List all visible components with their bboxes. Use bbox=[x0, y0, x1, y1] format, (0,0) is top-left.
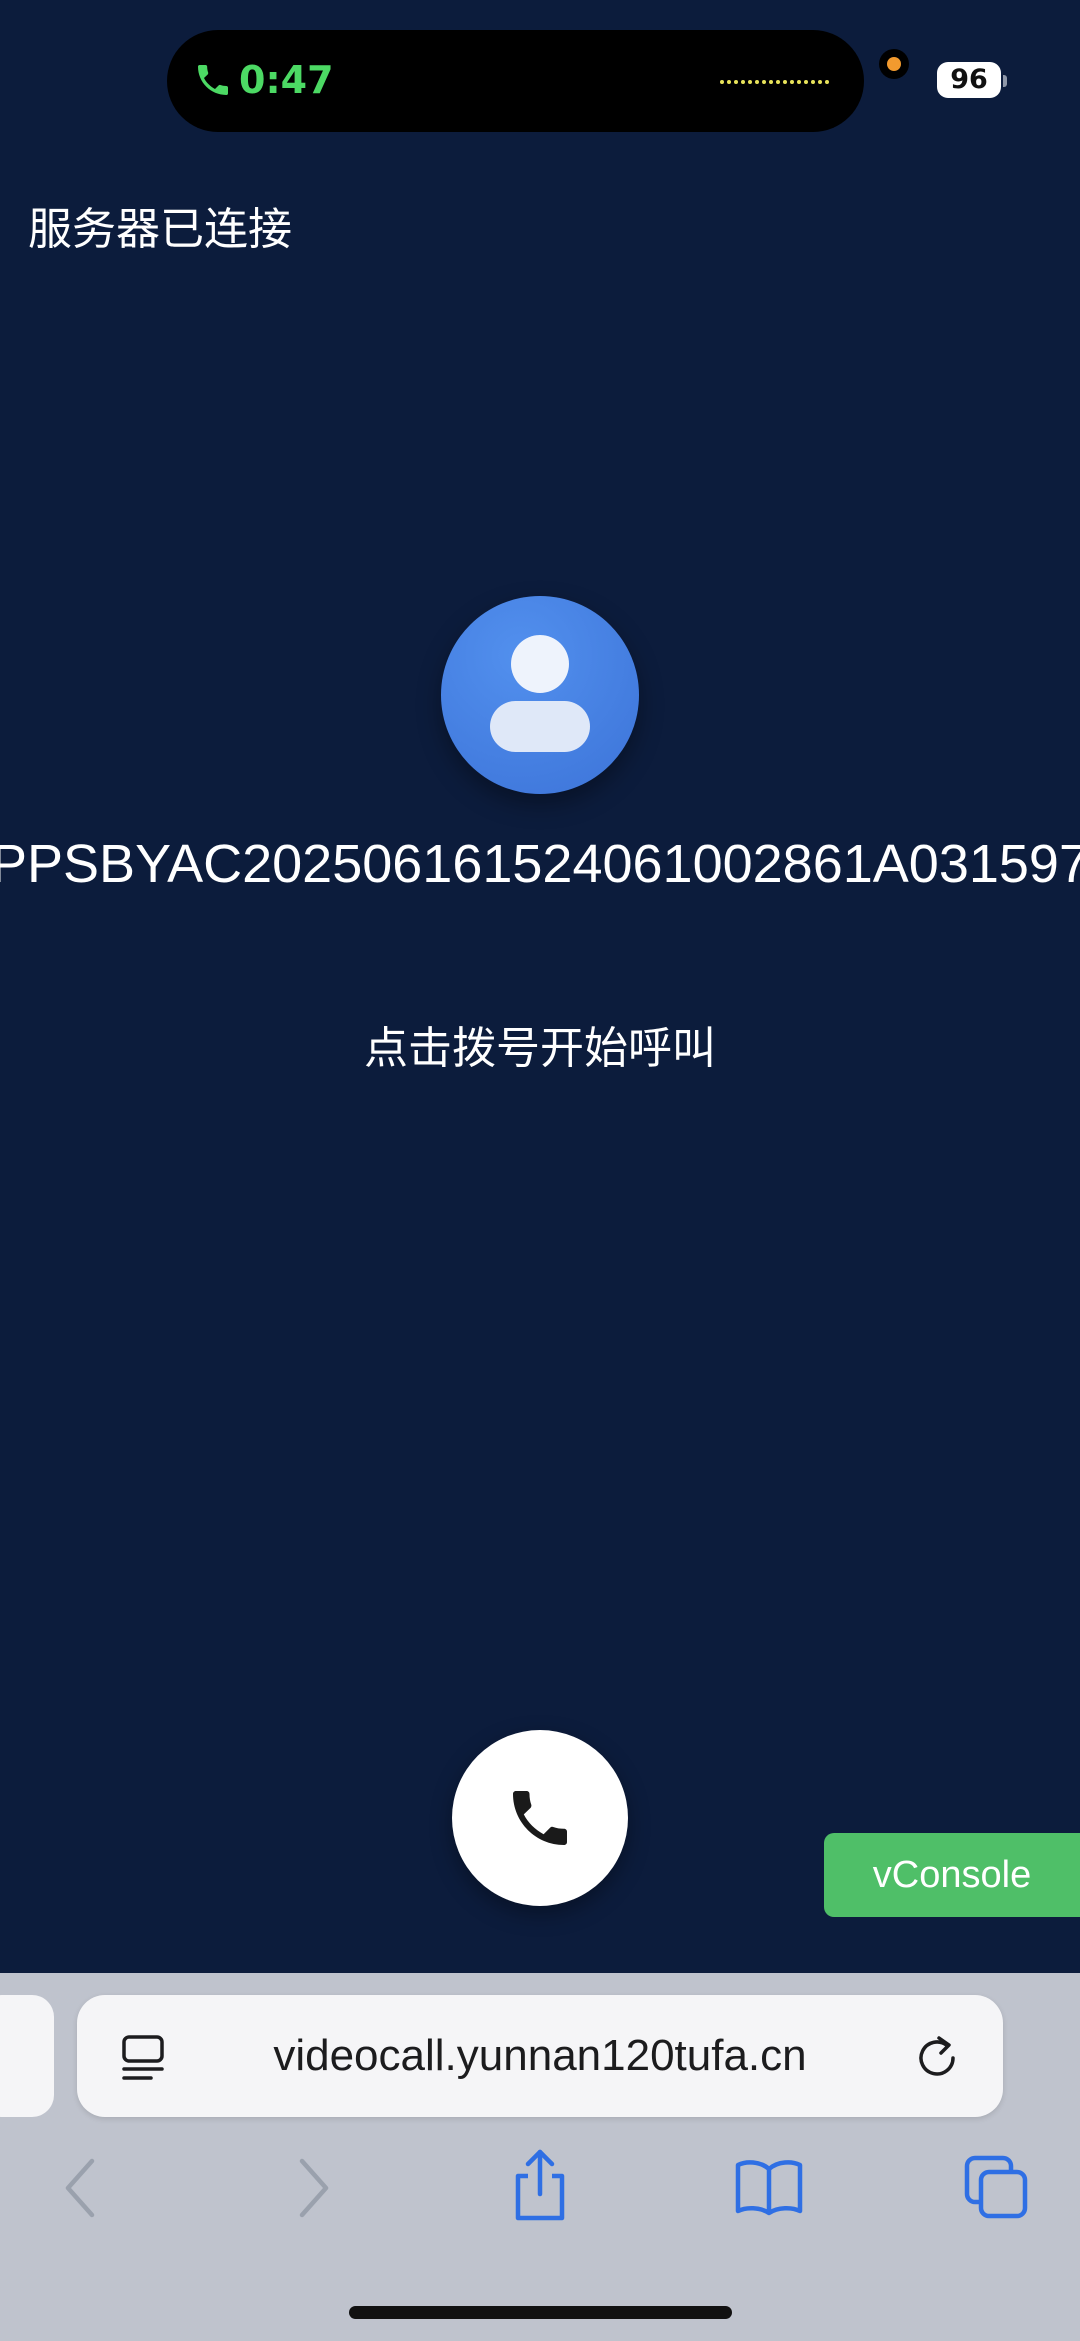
back-icon bbox=[65, 2158, 95, 2218]
audio-wave-icon bbox=[720, 80, 829, 84]
phone-icon bbox=[198, 65, 228, 95]
bookmarks-button[interactable] bbox=[734, 2157, 804, 2217]
back-button[interactable] bbox=[60, 2155, 100, 2221]
vconsole-button[interactable]: vConsole bbox=[824, 1833, 1080, 1917]
tabs-button[interactable] bbox=[963, 2154, 1029, 2220]
forward-button[interactable] bbox=[294, 2155, 334, 2221]
home-indicator[interactable] bbox=[349, 2306, 732, 2319]
battery-icon: 96 bbox=[937, 62, 1001, 98]
url-text[interactable]: videocall.yunnan120tufa.cn bbox=[77, 1995, 1003, 2117]
call-timer: 0:47 bbox=[239, 58, 334, 102]
caller-avatar bbox=[441, 596, 639, 794]
recording-dot-icon bbox=[879, 49, 909, 79]
forward-icon bbox=[299, 2158, 329, 2218]
share-button[interactable] bbox=[510, 2148, 570, 2222]
address-bar[interactable]: videocall.yunnan120tufa.cn bbox=[77, 1995, 1003, 2117]
previous-tab-peek[interactable] bbox=[0, 1995, 54, 2117]
phone-icon bbox=[513, 1791, 567, 1845]
dynamic-island-call-indicator[interactable]: 0:47 bbox=[167, 30, 864, 132]
server-status-text: 服务器已连接 bbox=[28, 204, 292, 255]
reload-icon[interactable] bbox=[915, 2032, 961, 2080]
battery-level: 96 bbox=[950, 64, 988, 95]
dial-hint-text: 点击拨号开始呼叫 bbox=[364, 1023, 716, 1074]
share-icon bbox=[515, 2149, 565, 2221]
call-page: 0:47 96 服务器已连接 PPSBYAC202506161524061002… bbox=[0, 0, 1080, 1973]
user-icon bbox=[490, 635, 590, 752]
tabs-icon bbox=[964, 2155, 1028, 2219]
bookmarks-icon bbox=[735, 2160, 803, 2216]
caller-id: PPSBYAC2025061615240610028​61A031597 bbox=[0, 834, 1080, 894]
battery-tip bbox=[1003, 75, 1007, 87]
dial-button[interactable] bbox=[452, 1730, 628, 1906]
